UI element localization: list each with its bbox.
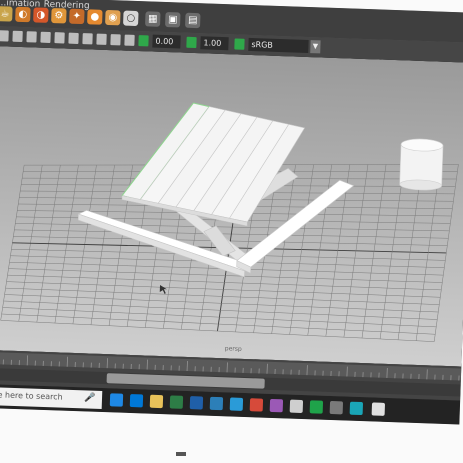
cylinder-model[interactable]	[399, 138, 444, 191]
screen: ...imation Rendering ☕ ◐ ◑ ⚙ ✦ ● ◉ ○ ▦ ▣…	[0, 0, 463, 425]
photos-icon[interactable]	[209, 396, 224, 411]
viewport-3d[interactable]: persp	[0, 45, 463, 367]
lights-icon[interactable]	[124, 34, 135, 46]
render-view-icon[interactable]: ▣	[165, 11, 181, 28]
render-globals-icon[interactable]: ▤	[185, 12, 201, 29]
color-management-icon[interactable]	[234, 38, 245, 50]
gamma-field[interactable]: 1.00	[200, 36, 229, 51]
image-plane-icon[interactable]	[26, 31, 37, 43]
ipr-render-icon[interactable]: ◑	[33, 7, 49, 23]
chrome-icon[interactable]	[371, 402, 386, 416]
office-icon[interactable]	[249, 398, 264, 412]
camera-label: persp	[225, 345, 242, 353]
search-box[interactable]: Type here to search 🎤	[0, 386, 103, 410]
exposure-field[interactable]: 0.00	[152, 34, 181, 49]
mail-icon[interactable]	[189, 396, 204, 410]
exposure-icon[interactable]	[138, 35, 149, 47]
sphere-icon[interactable]: ○	[123, 10, 139, 27]
camera-attributes-icon[interactable]	[0, 30, 9, 42]
grid-toggle-icon[interactable]	[40, 31, 51, 43]
film-gate-icon[interactable]	[54, 32, 65, 44]
app-active-icon[interactable]	[349, 401, 364, 416]
maya-icon[interactable]	[229, 397, 244, 411]
microphone-icon[interactable]: 🎤	[84, 393, 96, 403]
camera-icon[interactable]: ●	[87, 9, 103, 25]
teapot-icon[interactable]: ☕	[0, 6, 13, 22]
task-view-icon[interactable]	[109, 393, 124, 407]
hypershade-icon[interactable]: ▦	[145, 11, 161, 27]
wireframe-icon[interactable]	[82, 33, 93, 45]
store-icon[interactable]	[169, 395, 184, 409]
app-icon[interactable]	[329, 400, 344, 415]
desk-speck	[176, 452, 186, 456]
search-placeholder: Type here to search	[0, 389, 63, 402]
file-explorer-icon[interactable]	[149, 394, 164, 409]
render-settings-icon[interactable]: ⚙	[51, 8, 67, 24]
material-icon[interactable]: ◉	[105, 9, 121, 26]
gamma-icon[interactable]	[186, 36, 197, 49]
light-icon[interactable]: ✦	[69, 8, 85, 25]
chevron-down-icon[interactable]: ▼	[310, 40, 321, 54]
smooth-shade-icon[interactable]	[96, 33, 107, 45]
network-icon[interactable]	[289, 399, 304, 414]
textured-icon[interactable]	[110, 34, 121, 46]
edge-browser-icon[interactable]	[129, 393, 144, 408]
media-icon[interactable]	[269, 398, 284, 413]
render-icon[interactable]: ◐	[15, 6, 31, 23]
spotify-icon[interactable]	[309, 400, 324, 414]
resolution-gate-icon[interactable]	[68, 32, 79, 44]
bookmark-icon[interactable]	[12, 30, 23, 43]
color-space-dropdown[interactable]: sRGB gamma	[248, 37, 309, 63]
